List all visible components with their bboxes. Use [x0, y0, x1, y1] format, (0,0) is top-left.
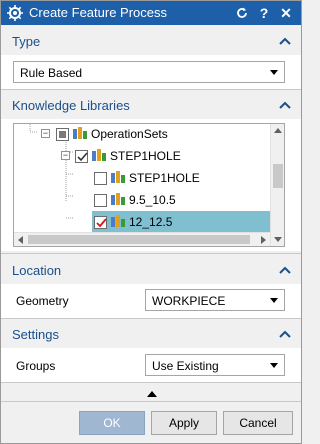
- chevron-up-icon[interactable]: [279, 35, 291, 47]
- geometry-dropdown[interactable]: WORKPIECE: [145, 289, 285, 311]
- dropdown-arrow-icon: [270, 298, 278, 303]
- chevron-up-icon[interactable]: [279, 99, 291, 111]
- settings-section-label: Settings: [12, 327, 59, 342]
- gear-icon: [7, 5, 23, 21]
- checkbox-checked[interactable]: [75, 149, 88, 163]
- location-section-body: Geometry WORKPIECE: [1, 284, 301, 318]
- tree-item-step1hole[interactable]: STEP1HOLE: [94, 168, 200, 188]
- scroll-up-icon[interactable]: [274, 128, 282, 133]
- divider: [1, 382, 301, 383]
- dropdown-arrow-icon: [270, 70, 278, 75]
- close-icon[interactable]: ✕: [277, 4, 295, 22]
- type-dropdown-value: Rule Based: [20, 66, 83, 80]
- checkbox-unchecked[interactable]: [94, 171, 107, 185]
- chevron-up-icon[interactable]: [279, 264, 291, 276]
- scroll-thumb[interactable]: [28, 235, 250, 244]
- settings-section-header[interactable]: Settings: [1, 322, 301, 348]
- help-icon[interactable]: ?: [255, 4, 273, 22]
- divider: [1, 89, 301, 90]
- tree-item-9-5-10-5[interactable]: 9.5_10.5: [94, 190, 176, 210]
- checkbox-checked[interactable]: [94, 215, 107, 229]
- apply-button[interactable]: Apply: [151, 411, 217, 435]
- groups-label: Groups: [16, 359, 56, 373]
- checkbox-partial[interactable]: [56, 127, 69, 141]
- tree-item-label: STEP1HOLE: [110, 149, 181, 163]
- location-section-header[interactable]: Location: [1, 258, 301, 284]
- type-section-body: Rule Based: [1, 55, 301, 89]
- scroll-down-icon[interactable]: [274, 237, 282, 242]
- type-section-label: Type: [12, 34, 41, 49]
- groups-dropdown-value: Use Existing: [152, 359, 219, 373]
- divider: [1, 318, 301, 319]
- knowledge-libraries-section-header[interactable]: Knowledge Libraries: [1, 93, 301, 119]
- tree-item-label: OperationSets: [91, 127, 168, 141]
- title-bar[interactable]: Create Feature Process ? ✕: [1, 1, 301, 25]
- cancel-button[interactable]: Cancel: [223, 411, 293, 435]
- geometry-label: Geometry: [16, 294, 69, 308]
- geometry-dropdown-value: WORKPIECE: [152, 294, 226, 308]
- scroll-thumb[interactable]: [273, 164, 283, 188]
- dropdown-arrow-icon: [270, 363, 278, 368]
- rule-icon: [111, 193, 125, 205]
- chevron-up-icon[interactable]: [279, 328, 291, 340]
- type-dropdown[interactable]: Rule Based: [13, 61, 285, 83]
- tree-item-12-12-5[interactable]: 12_12.5: [94, 212, 172, 232]
- scroll-right-icon[interactable]: [261, 236, 266, 244]
- collapse-icon[interactable]: −: [61, 151, 70, 160]
- reset-icon[interactable]: [233, 4, 251, 22]
- tree-item-step1hole-group[interactable]: STEP1HOLE: [75, 146, 181, 166]
- tree-item-label: STEP1HOLE: [129, 171, 200, 185]
- checkbox-unchecked[interactable]: [94, 193, 107, 207]
- library-icon: [92, 149, 106, 161]
- vertical-scrollbar[interactable]: [270, 124, 284, 246]
- create-feature-process-dialog: Create Feature Process ? ✕ Type Rule Bas…: [0, 0, 302, 444]
- knowledge-libraries-label: Knowledge Libraries: [12, 98, 130, 113]
- collapse-icon[interactable]: −: [41, 129, 50, 138]
- rule-icon: [111, 171, 125, 183]
- divider: [1, 253, 301, 254]
- ok-button[interactable]: OK: [79, 411, 145, 435]
- tree-item-operationsets[interactable]: OperationSets: [56, 124, 168, 144]
- location-section-label: Location: [12, 263, 62, 278]
- tree-item-label: 9.5_10.5: [129, 193, 176, 207]
- library-tree[interactable]: − OperationSets − STEP1HOLE STEP1HOLE 9.…: [13, 123, 285, 247]
- window-title: Create Feature Process: [29, 5, 168, 20]
- settings-section-body: Groups Use Existing: [1, 348, 301, 382]
- horizontal-scrollbar[interactable]: [14, 232, 270, 246]
- groups-dropdown[interactable]: Use Existing: [145, 354, 285, 376]
- scroll-left-icon[interactable]: [18, 236, 23, 244]
- show-more-icon[interactable]: [147, 391, 157, 397]
- divider: [1, 401, 301, 402]
- library-icon: [73, 127, 87, 139]
- tree-item-label: 12_12.5: [129, 215, 173, 229]
- rule-icon: [111, 215, 125, 227]
- type-section-header[interactable]: Type: [1, 29, 301, 55]
